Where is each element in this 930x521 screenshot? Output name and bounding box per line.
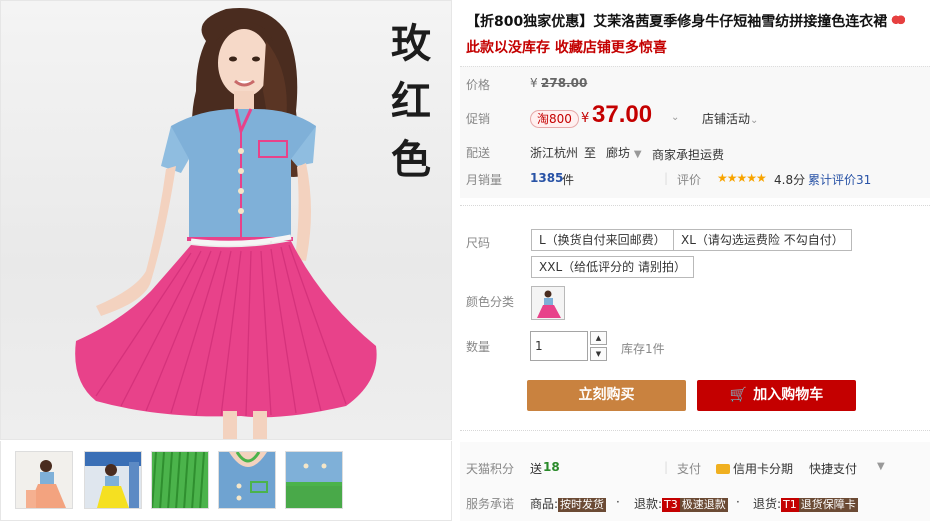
thumbnail-image xyxy=(152,452,208,508)
thumbnail-4[interactable] xyxy=(218,451,276,509)
product-title: 【折800独家优惠】艾茉洛茜夏季修身牛仔短袖雪纺拼接撞色连衣裙 xyxy=(466,11,928,31)
main-product-image[interactable]: 玫 红 色 xyxy=(0,0,452,440)
thumbnail-3[interactable] xyxy=(151,451,209,509)
refund-prefix: 退款: xyxy=(634,497,663,511)
ship-to-dropdown[interactable]: 廊坊 ▼ xyxy=(606,144,642,161)
color-label: 颜色分类 xyxy=(466,295,515,309)
caret-down-icon: ▼ xyxy=(633,149,642,160)
color-caption-char: 玫 xyxy=(391,20,431,67)
ship-from: 浙江杭州 xyxy=(530,146,579,160)
quick-pay[interactable]: 快捷支付 xyxy=(809,460,857,477)
promo-label: 促销 xyxy=(466,112,491,126)
color-caption: 玫 红 色 xyxy=(389,15,433,189)
thumbnail-image xyxy=(286,452,342,508)
fast-refund-tag: 极速退款 xyxy=(679,498,728,512)
credit-card-icon xyxy=(716,464,730,474)
return-promise: 退货: T1 退货保障卡 xyxy=(753,495,858,512)
refund-promise: 退款: T3 极速退款 xyxy=(634,495,728,512)
caret-down-icon[interactable]: ⌄ xyxy=(671,112,679,123)
title-prefix: 【折800独家优惠】 xyxy=(466,14,594,30)
ship-to-word: 至 xyxy=(584,146,597,160)
title-text: 艾茉洛茜夏季修身牛仔短袖雪纺拼接撞色连衣裙 xyxy=(593,14,888,30)
add-to-cart-button[interactable]: 🛒 加入购物车 xyxy=(697,380,856,411)
divider: | xyxy=(664,171,669,185)
thumbnail-strip xyxy=(0,441,452,521)
stock-text: 库存1件 xyxy=(621,342,665,356)
goods-promise: 商品: 按时发货 xyxy=(530,495,607,512)
spinner-down-icon[interactable]: ▼ xyxy=(590,347,607,361)
caret-down-icon[interactable]: ▼ xyxy=(877,461,885,472)
monthly-sales-count: 1385 xyxy=(530,171,564,185)
rating-label: 评价 xyxy=(677,173,702,187)
divider: | xyxy=(664,460,669,474)
points-label: 天猫积分 xyxy=(466,462,515,476)
spinner-up-icon[interactable]: ▲ xyxy=(590,331,607,345)
points-prefix: 送 xyxy=(530,462,543,476)
on-time-shipping-tag: 按时发货 xyxy=(558,498,607,512)
size-option-xxl[interactable]: XXL（给低评分的 请别拍） xyxy=(531,256,694,278)
return-tag-code: T1 xyxy=(781,498,799,512)
promo-price: 37.00 xyxy=(592,101,653,128)
price-currency: ¥ xyxy=(530,76,538,90)
quantity-label: 数量 xyxy=(466,340,491,354)
dot-separator: · xyxy=(736,495,740,509)
promo-badge: 淘800 xyxy=(530,110,579,128)
store-activity-label: 店铺活动 xyxy=(702,112,751,126)
credit-card-installment[interactable]: 信用卡分期 xyxy=(716,460,793,477)
thumbnail-image xyxy=(85,452,141,508)
price-label: 价格 xyxy=(466,78,491,92)
promise-label: 服务承诺 xyxy=(466,497,515,511)
color-option-rose[interactable] xyxy=(531,286,565,320)
refund-tag-code: T3 xyxy=(662,498,680,512)
rating-stars: ★★★★★ xyxy=(717,171,767,185)
add-to-cart-label: 加入购物车 xyxy=(753,387,824,403)
promo-currency: ¥ xyxy=(581,111,590,126)
dot-separator: · xyxy=(616,495,620,509)
original-price: 278.00 xyxy=(541,76,588,90)
caret-down-icon: ⌄ xyxy=(750,115,759,126)
buy-now-button[interactable]: 立刻购买 xyxy=(527,380,686,411)
size-label: 尺码 xyxy=(466,236,491,250)
cumulative-reviews-link[interactable]: 累计评价31 xyxy=(808,171,871,188)
color-caption-char: 红 xyxy=(391,78,431,125)
thumbnail-image xyxy=(16,452,72,508)
return-guarantee-tag: 退货保障卡 xyxy=(798,498,858,512)
thumbnail-5[interactable] xyxy=(285,451,343,509)
shipping-fee: 商家承担运费 xyxy=(652,148,725,162)
credit-card-label: 信用卡分期 xyxy=(733,462,794,476)
pay-label: 支付 xyxy=(677,462,702,476)
section-divider xyxy=(460,430,930,431)
thumbnail-1[interactable] xyxy=(15,451,73,509)
color-swatch-image xyxy=(532,287,564,319)
heart-icon xyxy=(891,15,906,27)
return-prefix: 退货: xyxy=(753,497,782,511)
dress-model-illustration xyxy=(75,7,377,439)
quantity-input[interactable]: 1 xyxy=(530,331,588,361)
points-value: 18 xyxy=(543,460,560,474)
section-divider xyxy=(460,205,930,206)
ship-to-city: 廊坊 xyxy=(606,146,631,160)
rating-score: 4.8分 xyxy=(774,173,806,187)
shipping-label: 配送 xyxy=(466,146,491,160)
size-option-l[interactable]: L（换货自付来回邮费） xyxy=(531,229,674,251)
size-option-xl[interactable]: XL（请勾选运费险 不勾自付） xyxy=(673,229,852,251)
thumbnail-image xyxy=(219,452,275,508)
sales-label: 月销量 xyxy=(466,173,503,187)
color-caption-char: 色 xyxy=(391,136,431,183)
monthly-sales-unit: 件 xyxy=(562,173,575,187)
product-subtitle: 此款以没库存 收藏店铺更多惊喜 xyxy=(466,40,667,56)
goods-prefix: 商品: xyxy=(530,497,559,511)
store-activity-dropdown[interactable]: 店铺活动⌄ xyxy=(702,110,758,127)
cart-icon: 🛒 xyxy=(729,387,748,403)
thumbnail-2[interactable] xyxy=(84,451,142,509)
